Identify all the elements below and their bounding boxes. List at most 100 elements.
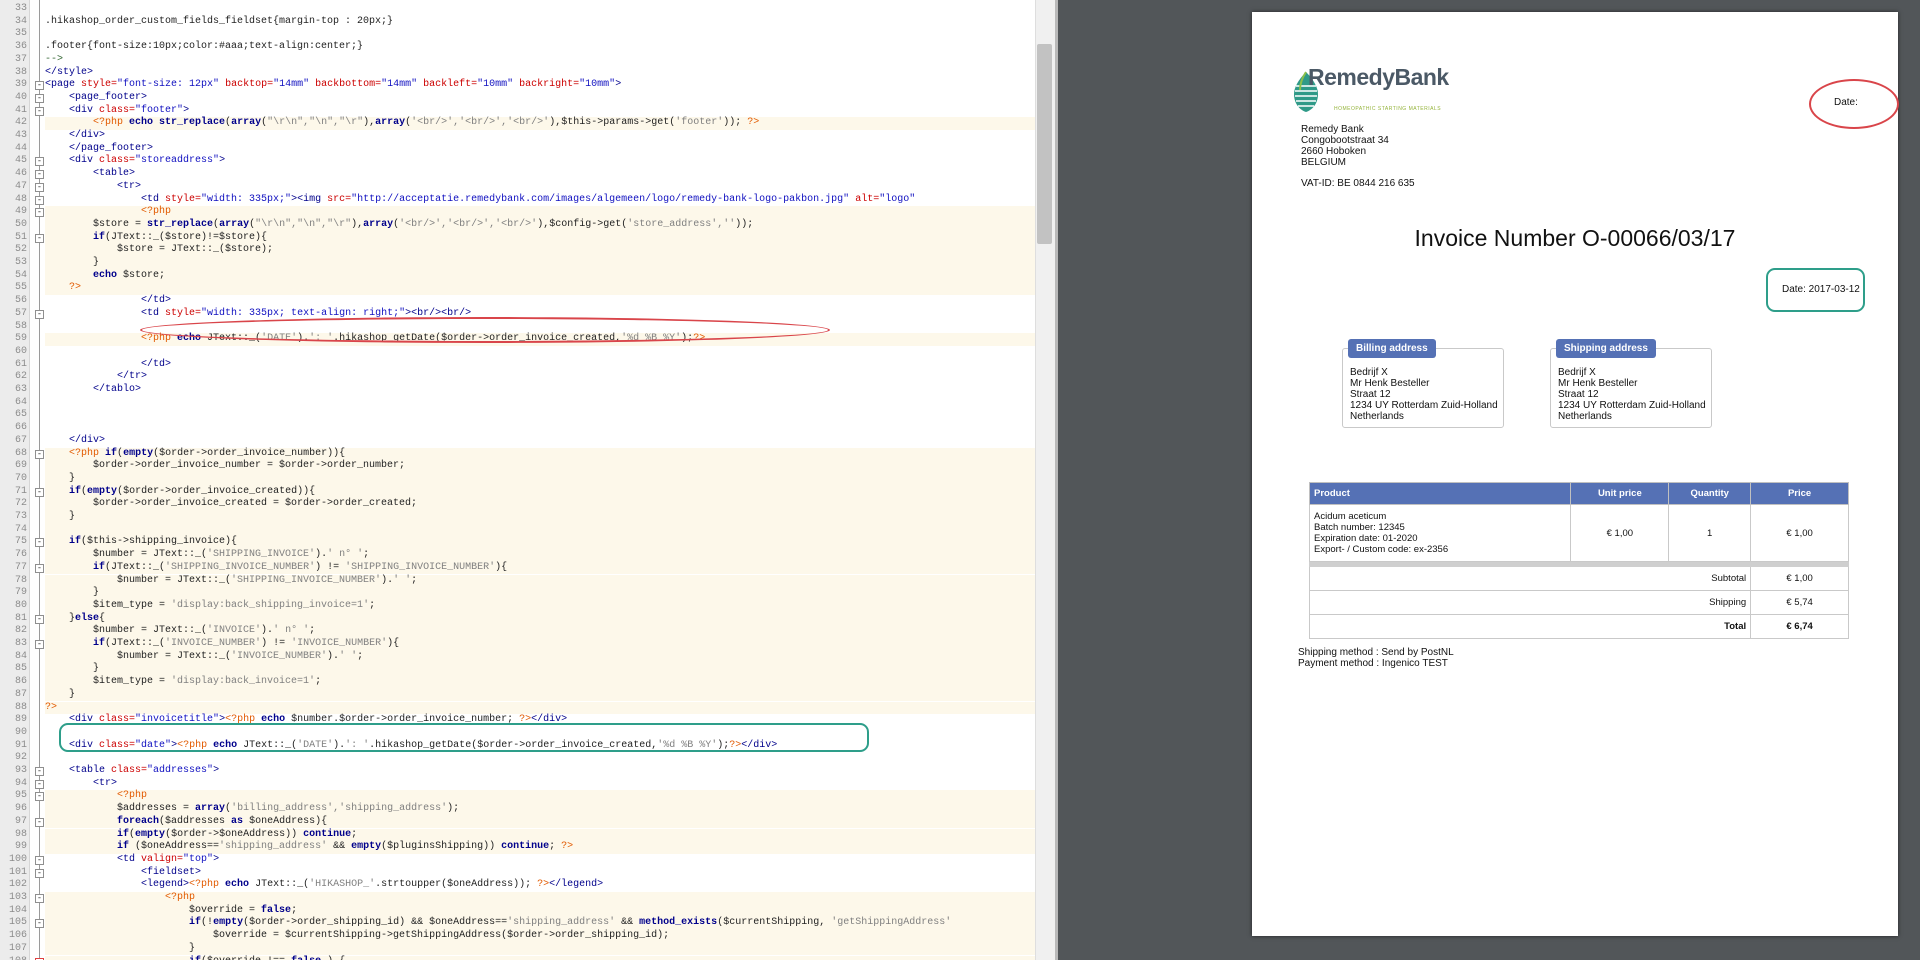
code-line[interactable]: } (45, 587, 1035, 600)
code-line[interactable]: foreach($addresses as $oneAddress){ (45, 815, 1035, 829)
code-line[interactable]: <?php (45, 892, 1035, 905)
fold-toggle-icon[interactable]: - (35, 81, 44, 91)
fold-toggle-icon[interactable]: - (35, 182, 44, 192)
code-line[interactable]: <div class="footer"> (45, 105, 1035, 118)
code-line[interactable]: if(JText::_('INVOICE_NUMBER') != 'INVOIC… (45, 638, 1035, 651)
code-line[interactable] (45, 727, 1035, 740)
code-line[interactable] (45, 346, 1035, 359)
fold-toggle-icon[interactable]: - (35, 208, 44, 218)
code-line[interactable]: ?> (45, 701, 1035, 715)
code-line[interactable]: ?> (45, 282, 1035, 296)
code-line[interactable]: </style> (45, 67, 1035, 80)
fold-toggle-icon[interactable]: - (35, 894, 44, 903)
code-line[interactable]: <div class="storeaddress"> (45, 155, 1035, 168)
code-line[interactable]: .footer{font-size:10px;color:#aaa;text-a… (45, 41, 1035, 54)
code-editor[interactable]: 33 34 35 36 37 38 39 40 41 42 43 44 45 46 47 48 49 50 51 52… (0, 0, 1055, 960)
fold-toggle-icon[interactable]: - (35, 309, 44, 319)
code-line[interactable]: } (45, 257, 1035, 270)
code-line[interactable]: <page_footer> (45, 92, 1035, 105)
code-line[interactable] (45, 523, 1035, 537)
fold-toggle-icon[interactable]: - (35, 563, 44, 573)
fold-toggle-icon[interactable]: - (35, 868, 44, 878)
code-line[interactable]: if($override !== false ) { (45, 955, 1035, 960)
code-line[interactable]: <td style="width: 335px;"><img src="http… (45, 194, 1035, 207)
code-line[interactable]: if(empty($order->order_invoice_created))… (45, 485, 1035, 499)
code-line[interactable]: $number = JText::_('INVOICE').' n° '; (45, 625, 1035, 638)
fold-toggle-icon[interactable]: - (35, 157, 44, 167)
code-line[interactable]: }else{ (45, 612, 1035, 626)
code-line[interactable] (45, 3, 1035, 16)
code-line[interactable]: <?php (45, 790, 1035, 804)
code-line[interactable]: $order->order_invoice_created = $order->… (45, 498, 1035, 511)
code-line[interactable] (45, 397, 1035, 410)
fold-toggle-icon[interactable]: - (35, 792, 44, 802)
code-line[interactable]: <table class="addresses"> (45, 765, 1035, 778)
code-line[interactable]: <?php if(empty($order->order_invoice_num… (45, 447, 1035, 461)
code-line[interactable] (45, 752, 1035, 765)
code-line[interactable]: if(!empty($order->order_shipping_id) && … (45, 917, 1035, 931)
code-line[interactable]: } (45, 472, 1035, 486)
code-line[interactable]: <div class="date"><?php echo JText::_('D… (45, 740, 1035, 753)
code-line[interactable]: </div> (45, 130, 1035, 143)
code-line[interactable]: --> (45, 54, 1035, 67)
code-line[interactable]: $addresses = array('billing_address','sh… (45, 803, 1035, 816)
code-line[interactable]: <?php echo JText::_('DATE').': '.hikasho… (45, 333, 1035, 346)
fold-toggle-icon[interactable]: - (35, 817, 44, 827)
code-line[interactable]: <page style="font-size: 12px" backtop="1… (45, 79, 1035, 92)
code-line[interactable]: <td valign="top"> (45, 854, 1035, 867)
code-line[interactable]: <?php echo str_replace(array("\r\n","\n"… (45, 117, 1035, 130)
fold-toggle-icon[interactable]: - (35, 919, 44, 929)
code-line[interactable]: if ($oneAddress=='shipping_address' && e… (45, 841, 1035, 854)
code-line[interactable]: $item_type = 'display:back_shipping_invo… (45, 599, 1035, 613)
code-line[interactable]: <div class="invoicetitle"><?php echo $nu… (45, 714, 1035, 727)
code-line[interactable]: <?php (45, 206, 1035, 219)
code-line[interactable]: $store = JText::_($store); (45, 244, 1035, 257)
code-line[interactable]: $override = $currentShipping->getShippin… (45, 930, 1035, 943)
fold-toggle-icon[interactable]: - (35, 487, 44, 497)
code-line[interactable]: <tr> (45, 181, 1035, 194)
code-line[interactable]: <tr> (45, 778, 1035, 791)
fold-toggle-icon[interactable]: - (35, 614, 44, 624)
code-line[interactable]: </div> (45, 435, 1035, 448)
code-line[interactable]: $override = false; (45, 904, 1035, 918)
fold-toggle-icon[interactable]: - (35, 170, 44, 180)
code-line[interactable]: </td> (45, 295, 1035, 308)
code-area[interactable]: .hikashop_order_custom_fields_fieldset{m… (45, 0, 1035, 960)
code-line[interactable]: if(JText::_($store)!=$store){ (45, 231, 1035, 245)
editor-scrollbar-thumb[interactable] (1037, 44, 1052, 244)
fold-toggle-icon[interactable]: - (35, 640, 44, 649)
fold-toggle-icon[interactable]: - (35, 233, 44, 243)
code-line[interactable]: $number = JText::_('SHIPPING_INVOICE_NUM… (45, 574, 1035, 588)
code-line[interactable]: if(JText::_('SHIPPING_INVOICE_NUMBER') !… (45, 561, 1035, 575)
code-line[interactable]: </tr> (45, 371, 1035, 384)
code-line[interactable]: <table> (45, 168, 1035, 181)
code-line[interactable] (45, 409, 1035, 422)
code-line[interactable]: } (45, 688, 1035, 702)
code-line[interactable]: } (45, 942, 1035, 956)
fold-toggle-icon[interactable]: - (35, 195, 44, 205)
code-line[interactable]: $store = str_replace(array("\r\n","\n","… (45, 218, 1035, 232)
code-line[interactable] (45, 321, 1035, 334)
fold-toggle-icon[interactable]: - (35, 106, 44, 116)
fold-toggle-icon[interactable]: - (35, 855, 44, 865)
code-line[interactable]: $number = JText::_('SHIPPING_INVOICE').'… (45, 549, 1035, 562)
fold-toggle-icon[interactable]: - (35, 449, 44, 459)
code-line[interactable]: } (45, 511, 1035, 524)
code-line[interactable]: </tablo> (45, 384, 1035, 397)
code-line[interactable] (45, 422, 1035, 435)
code-line[interactable]: if($this->shipping_invoice){ (45, 536, 1035, 550)
fold-toggle-icon[interactable]: - (35, 93, 44, 103)
code-line[interactable]: $number = JText::_('INVOICE_NUMBER').' '… (45, 650, 1035, 664)
code-line[interactable]: echo $store; (45, 269, 1035, 283)
code-line[interactable]: <td style="width: 335px; text-align: rig… (45, 308, 1035, 321)
code-line[interactable]: </page_footer> (45, 143, 1035, 156)
fold-toggle-icon[interactable]: - (35, 779, 44, 789)
code-line[interactable]: $order->order_invoice_number = $order->o… (45, 460, 1035, 473)
fold-toggle-icon[interactable]: - (35, 767, 44, 776)
code-line[interactable]: } (45, 663, 1035, 677)
code-line[interactable]: $item_type = 'display:back_invoice=1'; (45, 676, 1035, 689)
code-line[interactable]: <legend><?php echo JText::_('HIKASHOP_'.… (45, 879, 1035, 892)
code-line[interactable]: <fieldset> (45, 867, 1035, 880)
code-line[interactable]: .hikashop_order_custom_fields_fieldset{m… (45, 16, 1035, 29)
fold-toggle-icon[interactable]: - (35, 538, 44, 548)
